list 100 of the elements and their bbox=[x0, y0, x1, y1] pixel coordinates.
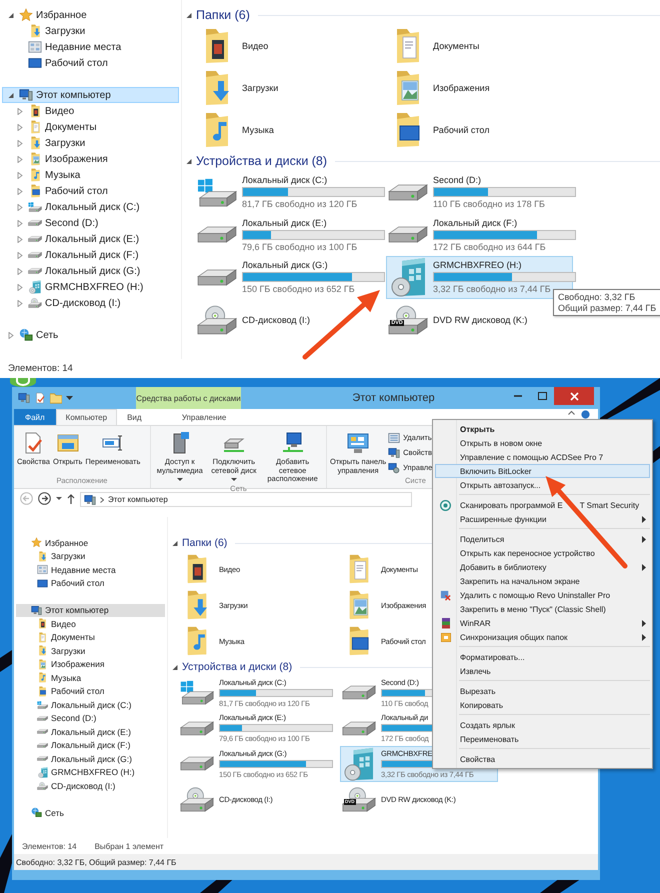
ribbon-tab[interactable]: Компьютер bbox=[56, 409, 118, 425]
ribbon-tab[interactable]: Файл bbox=[14, 409, 56, 425]
folder-item[interactable]: Изображения bbox=[386, 67, 495, 109]
tree-item[interactable]: Видео bbox=[2, 103, 179, 119]
tree-item[interactable]: Документы bbox=[16, 630, 165, 644]
address-crumb[interactable]: Этот компьютер bbox=[108, 495, 168, 504]
menu-item[interactable]: Расширенные функции bbox=[435, 512, 650, 526]
tree-item[interactable]: Загрузки bbox=[2, 135, 179, 151]
menu-item[interactable]: Переименовать bbox=[435, 732, 650, 746]
forward-button[interactable] bbox=[38, 492, 51, 505]
page-check-icon[interactable] bbox=[34, 392, 46, 404]
folder-item[interactable]: Рабочий стол bbox=[386, 109, 494, 151]
tree-item[interactable]: Рабочий стол bbox=[16, 576, 165, 590]
tree-item[interactable]: Сеть bbox=[2, 327, 179, 343]
tree-item[interactable]: Локальный диск (G:) bbox=[2, 263, 179, 279]
menu-item[interactable]: Открыть как переносное устройство bbox=[435, 546, 650, 560]
tree-item[interactable]: Загрузки bbox=[16, 550, 165, 563]
tree-item[interactable]: Second (D:) bbox=[16, 712, 165, 725]
folder-icon bbox=[396, 70, 420, 106]
tree-item[interactable]: Загрузки bbox=[16, 644, 165, 658]
menu-item[interactable]: Форматировать... bbox=[435, 650, 650, 664]
menu-item[interactable]: Вырезать bbox=[435, 684, 650, 698]
tree-item[interactable]: Second (D:) bbox=[2, 215, 179, 231]
tree-item[interactable]: Недавние места bbox=[2, 39, 179, 55]
tree-item[interactable]: Видео bbox=[16, 617, 165, 630]
dvd-drive-icon bbox=[388, 304, 428, 335]
tree-item[interactable]: Локальный диск (E:) bbox=[2, 231, 179, 247]
tree-item[interactable]: Этот компьютер bbox=[16, 604, 165, 617]
address-bar[interactable]: Этот компьютер bbox=[80, 492, 412, 507]
windows-drive-icon bbox=[180, 680, 214, 706]
tree-item[interactable]: Этот компьютер bbox=[2, 87, 179, 103]
tree-item[interactable]: Локальный диск (F:) bbox=[16, 738, 165, 752]
up-button[interactable] bbox=[67, 492, 75, 504]
tree-item[interactable]: Локальный диск (G:) bbox=[16, 752, 165, 766]
menu-item[interactable]: Включить BitLocker bbox=[435, 464, 650, 478]
menu-item[interactable]: Закрепить на начальном экране bbox=[435, 574, 650, 588]
expander-icon[interactable] bbox=[172, 664, 178, 670]
folder-item[interactable]: Видео bbox=[195, 25, 274, 67]
expander-icon[interactable] bbox=[8, 12, 14, 18]
computer-icon[interactable] bbox=[18, 392, 30, 404]
tree-item[interactable]: Избранное bbox=[2, 7, 179, 23]
menu-item[interactable]: Удалить с помощью Revo Uninstaller Pro bbox=[435, 588, 650, 602]
tree-item[interactable]: Локальный диск (C:) bbox=[2, 199, 179, 215]
free-space-text: 81,7 ГБ свободно из 120 ГБ bbox=[242, 199, 358, 210]
tree-item[interactable]: Изображения bbox=[2, 151, 179, 167]
tree-item[interactable]: Рабочий стол bbox=[2, 183, 179, 199]
tree-item[interactable]: CD-дисковод (I:) bbox=[2, 295, 179, 311]
tree-item[interactable]: Музыка bbox=[2, 167, 179, 183]
tree-item[interactable]: Музыка bbox=[16, 671, 165, 684]
menu-item[interactable]: Извлечь bbox=[435, 664, 650, 678]
drive-icon bbox=[342, 720, 376, 736]
menu-item[interactable]: Создать ярлык bbox=[435, 718, 650, 732]
tree-item[interactable]: Локальный диск (C:) bbox=[16, 698, 165, 712]
tree-item[interactable]: GRMCHBXFREO (H:) bbox=[16, 766, 165, 779]
tree-item[interactable]: Документы bbox=[2, 119, 179, 135]
expander-icon[interactable] bbox=[8, 92, 14, 98]
tree-item[interactable]: Избранное bbox=[16, 536, 165, 550]
folder-icon bbox=[39, 672, 46, 684]
shortcut-icon[interactable] bbox=[10, 378, 36, 387]
tree-item[interactable]: Изображения bbox=[16, 658, 165, 671]
expander-icon[interactable] bbox=[186, 12, 192, 18]
tree-item[interactable]: Недавние места bbox=[16, 563, 165, 576]
ribbon-tab[interactable]: Управление bbox=[152, 409, 257, 425]
menu-item[interactable]: WinRAR bbox=[435, 616, 650, 630]
menu-item[interactable]: Сканировать программой E T Smart Security bbox=[435, 498, 650, 512]
menu-item[interactable]: Копировать bbox=[435, 698, 650, 712]
tree-item[interactable]: GRMCHBXFREO (H:) bbox=[2, 279, 179, 295]
folder-item[interactable]: Музыка bbox=[195, 109, 279, 151]
help-icon[interactable] bbox=[581, 410, 590, 419]
menu-item[interactable]: Управление с помощью ACDSee Pro 7 bbox=[435, 450, 650, 464]
menu-item[interactable]: Добавить в библиотеку bbox=[435, 560, 650, 574]
expander-icon[interactable] bbox=[172, 540, 178, 546]
expander-icon[interactable] bbox=[186, 158, 192, 164]
folder-item[interactable]: Загрузки bbox=[195, 67, 284, 109]
menu-item[interactable]: Поделиться bbox=[435, 532, 650, 546]
free-space-text: 79,6 ГБ свободно из 100 ГБ bbox=[242, 242, 358, 252]
menu-item[interactable]: Открыть bbox=[435, 422, 650, 436]
folder-item[interactable]: Документы bbox=[386, 25, 484, 67]
drive-name: GRMCHBXFREO (H:) bbox=[433, 260, 522, 270]
chevron-up-icon[interactable] bbox=[568, 410, 575, 415]
menu-item[interactable]: Открыть автозапуск... bbox=[435, 478, 650, 492]
uninstall-icon bbox=[440, 590, 451, 600]
drive-item[interactable]: CD-дисковод (I:) bbox=[195, 298, 316, 341]
drive-icon bbox=[37, 756, 48, 762]
ribbon-tab[interactable]: Вид bbox=[117, 409, 152, 425]
tree-item[interactable]: Локальный диск (E:) bbox=[16, 725, 165, 738]
computer-icon bbox=[84, 494, 96, 506]
tree-item[interactable]: CD-дисковод (I:) bbox=[16, 779, 165, 792]
tree-item[interactable]: Локальный диск (F:) bbox=[2, 247, 179, 263]
tree-item[interactable]: Загрузки bbox=[2, 23, 179, 39]
tree-item[interactable]: Рабочий стол bbox=[16, 684, 165, 698]
submenu-arrow-icon bbox=[642, 516, 646, 522]
menu-item[interactable]: Открыть в новом окне bbox=[435, 436, 650, 450]
menu-item[interactable]: Закрепить в меню "Пуск" (Classic Shell) bbox=[435, 602, 650, 616]
tree-item[interactable]: Рабочий стол bbox=[2, 55, 179, 71]
menu-item[interactable]: Синхронизация общих папок bbox=[435, 630, 650, 644]
caret-icon[interactable] bbox=[66, 396, 73, 400]
tree-item[interactable]: Сеть bbox=[16, 806, 165, 820]
close-button[interactable] bbox=[554, 387, 594, 405]
folder-icon bbox=[39, 658, 46, 670]
